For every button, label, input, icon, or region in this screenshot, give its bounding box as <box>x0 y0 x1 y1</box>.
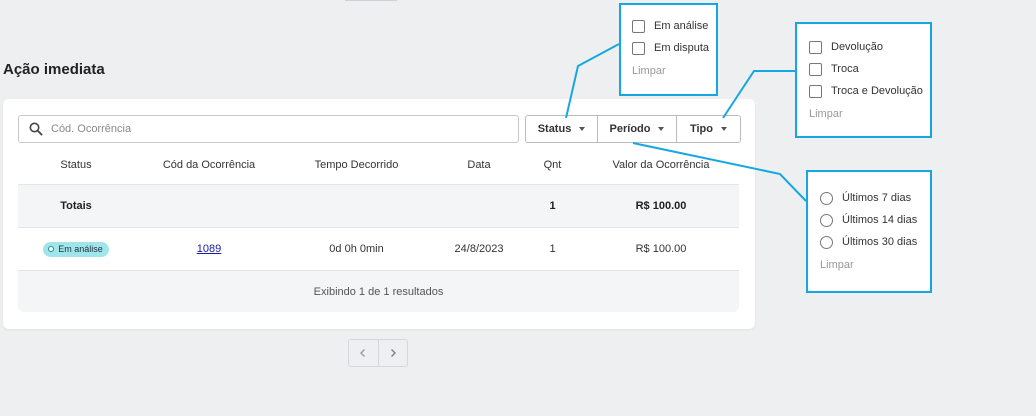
chevron-left-icon <box>360 349 366 357</box>
caret-down-icon <box>721 127 727 131</box>
radio-button[interactable] <box>820 235 833 249</box>
status-badge-label: Em análise <box>58 244 103 254</box>
row-qnt: 1 <box>549 243 556 255</box>
checkbox[interactable] <box>809 40 822 54</box>
option-label: Em disputa <box>654 42 710 54</box>
periodo-option-7[interactable]: Últimos 7 dias <box>820 187 930 209</box>
option-label: Devolução <box>831 41 883 53</box>
checkbox[interactable] <box>632 41 645 55</box>
option-label: Últimos 14 dias <box>842 214 918 226</box>
pagination <box>348 339 408 367</box>
results-footer: Exibindo 1 de 1 resultados <box>18 271 739 312</box>
radio-button[interactable] <box>820 191 833 205</box>
row-data: 24/8/2023 <box>454 243 504 255</box>
checkbox[interactable] <box>632 19 645 33</box>
status-option-em-analise[interactable]: Em análise <box>632 15 716 37</box>
row-cod-cell: 1089 <box>134 228 284 270</box>
header-status[interactable]: Status <box>18 145 134 184</box>
status-badge: Em análise <box>43 241 109 257</box>
tipo-option-troca-devolucao[interactable]: Troca e Devolução <box>809 80 930 102</box>
header-data[interactable]: Data <box>429 145 529 184</box>
radio-button[interactable] <box>820 213 833 227</box>
header-valor[interactable]: Valor da Ocorrência <box>576 145 746 184</box>
tipo-filter-popup: Devolução Troca Troca e Devolução Limpar <box>795 22 932 138</box>
caret-down-icon <box>658 127 665 131</box>
next-page-button[interactable] <box>379 340 408 366</box>
table-row[interactable]: Em análise 1089 0d 0h 0min 24/8/2023 1 R… <box>18 228 739 271</box>
checkbox[interactable] <box>809 62 822 76</box>
tipo-option-devolucao[interactable]: Devolução <box>809 36 930 58</box>
status-option-em-disputa[interactable]: Em disputa <box>632 37 716 59</box>
status-clear-link[interactable]: Limpar <box>632 65 716 77</box>
option-label: Em análise <box>654 20 709 32</box>
status-filter-popup: Em análise Em disputa Limpar <box>619 3 718 96</box>
prev-page-button[interactable] <box>349 340 379 366</box>
periodo-filter-popup: Últimos 7 dias Últimos 14 dias Últimos 3… <box>806 170 932 293</box>
totals-valor: R$ 100.00 <box>635 200 687 212</box>
occurrence-link[interactable]: 1089 <box>197 243 221 255</box>
occurrences-table: Status Cód da Ocorrência Tempo Decorrido… <box>18 145 739 312</box>
option-label: Troca e Devolução <box>831 85 923 97</box>
checkbox[interactable] <box>809 84 822 98</box>
table-header-row: Status Cód da Ocorrência Tempo Decorrido… <box>18 145 739 185</box>
tipo-filter-label: Tipo <box>689 123 713 135</box>
periodo-clear-link[interactable]: Limpar <box>820 259 930 271</box>
totals-label: Totais <box>60 200 92 212</box>
option-label: Últimos 30 dias <box>842 236 918 248</box>
occurrences-card: Status Período Tipo Status Cód da Ocorrê… <box>3 99 755 329</box>
tipo-filter-button[interactable]: Tipo <box>677 116 740 142</box>
header-tempo[interactable]: Tempo Decorrido <box>284 145 429 184</box>
row-valor: R$ 100.00 <box>635 243 687 255</box>
periodo-filter-label: Período <box>609 123 651 135</box>
status-filter-button[interactable]: Status <box>526 116 598 142</box>
header-cod[interactable]: Cód da Ocorrência <box>134 145 284 184</box>
totals-row: Totais 1 R$ 100.00 <box>18 185 739 228</box>
option-label: Últimos 7 dias <box>842 192 912 204</box>
caret-down-icon <box>579 127 586 131</box>
filter-group: Status Período Tipo <box>525 115 741 143</box>
chevron-right-icon <box>390 349 396 357</box>
status-filter-label: Status <box>537 123 572 135</box>
periodo-filter-button[interactable]: Período <box>598 116 677 142</box>
status-dot-icon <box>48 246 55 252</box>
header-qnt[interactable]: Qnt <box>529 145 576 184</box>
top-divider <box>345 0 397 1</box>
row-status-cell: Em análise <box>18 228 134 270</box>
option-label: Troca <box>831 63 859 75</box>
search-box[interactable] <box>18 115 519 143</box>
tipo-clear-link[interactable]: Limpar <box>809 108 930 120</box>
periodo-option-30[interactable]: Últimos 30 dias <box>820 231 930 253</box>
search-icon <box>29 122 43 136</box>
totals-qnt: 1 <box>549 200 556 212</box>
row-tempo: 0d 0h 0min <box>329 243 384 255</box>
search-input[interactable] <box>51 123 491 135</box>
tipo-option-troca[interactable]: Troca <box>809 58 930 80</box>
periodo-option-14[interactable]: Últimos 14 dias <box>820 209 930 231</box>
page-title: Ação imediata <box>3 61 105 78</box>
